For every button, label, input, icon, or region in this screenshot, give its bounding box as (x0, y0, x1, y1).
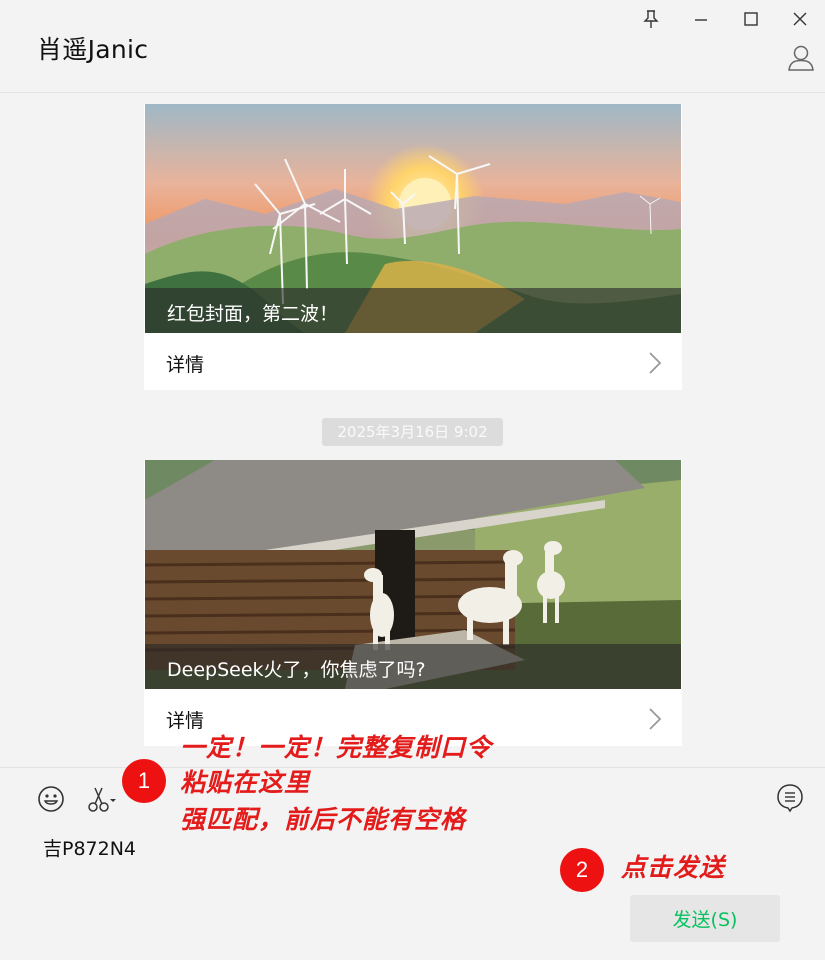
step-1-instruction-line-2: 粘贴在这里 (180, 768, 311, 797)
card-caption-bar: 红包封面，第二波！ (145, 288, 681, 333)
message-input[interactable]: 吉P872N4 (43, 834, 136, 861)
card-caption-bar: DeepSeek火了，你焦虑了吗? (145, 644, 681, 689)
pin-icon[interactable] (638, 6, 664, 32)
card-details-label: 详情 (166, 354, 205, 376)
scissors-icon[interactable] (86, 785, 118, 817)
message-timestamp: 2025年3月16日 9:02 (322, 418, 503, 446)
log-cabin-alpacas-image: DeepSeek火了，你焦虑了吗? (145, 460, 681, 689)
chat-title: 肖遥Janic (37, 35, 149, 64)
maximize-icon[interactable] (738, 6, 764, 32)
title-bar: 肖遥Janic (0, 0, 825, 93)
profile-icon[interactable] (786, 43, 816, 73)
step-1-instruction-line-1: 一定！一定！完整复制口令 (180, 733, 493, 762)
emoji-icon[interactable] (37, 785, 65, 817)
card-caption: 红包封面，第二波！ (167, 303, 339, 325)
chevron-right-icon (648, 707, 662, 735)
chevron-right-icon (648, 351, 662, 379)
step-2-badge: 2 (560, 848, 604, 892)
message-list[interactable]: 红包封面，第二波！ 详情 2025年3月16日 9:02 DeepSeek火了，… (0, 94, 825, 767)
card-details-link[interactable]: 详情 (144, 333, 682, 390)
close-icon[interactable] (787, 6, 813, 32)
card-caption: DeepSeek火了，你焦虑了吗? (167, 659, 426, 681)
step-1-instruction-line-3: 强匹配，前后不能有空格 (180, 805, 467, 834)
card-details-label: 详情 (166, 710, 205, 732)
link-card-red-envelope[interactable]: 红包封面，第二波！ 详情 (144, 104, 682, 390)
step-2-instruction: 点击发送 (621, 853, 726, 882)
link-card-deepseek[interactable]: DeepSeek火了，你焦虑了吗? 详情 (144, 460, 682, 746)
wind-turbine-sunset-image: 红包封面，第二波！ (145, 104, 681, 333)
minimize-icon[interactable] (688, 6, 714, 32)
send-button[interactable]: 发送(S) (630, 895, 780, 942)
chat-history-icon[interactable] (776, 783, 804, 817)
step-1-badge: 1 (122, 759, 166, 803)
